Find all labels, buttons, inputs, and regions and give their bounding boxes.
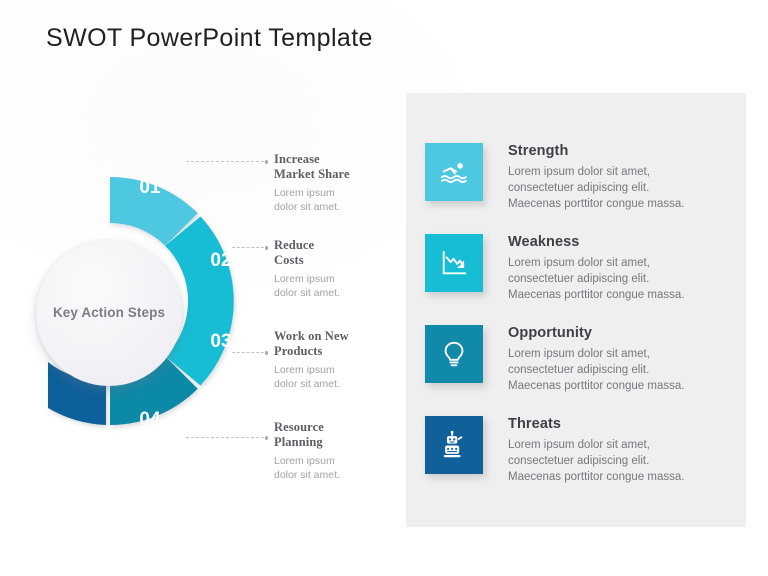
swot-text-weakness: Weakness Lorem ipsum dolor sit amet, con…	[508, 234, 684, 304]
page-title: SWOT PowerPoint Template	[46, 24, 373, 52]
step-title-04: Resource Planning	[274, 420, 324, 449]
swot-heading-threats: Threats	[508, 416, 562, 432]
wheel-segment-02-number: 02	[210, 250, 231, 271]
swot-body-strength: Lorem ipsum dolor sit amet, consectetuer…	[508, 165, 685, 210]
connector-line-03	[232, 351, 268, 355]
step-item-02[interactable]: Reduce Costs Lorem ipsum dolor sit amet.	[274, 238, 386, 301]
swot-row-strength[interactable]: Strength Lorem ipsum dolor sit amet, con…	[425, 143, 735, 213]
swot-tile-weakness[interactable]	[425, 234, 483, 292]
step-item-01[interactable]: Increase Market Share Lorem ipsum dolor …	[274, 152, 386, 215]
swot-text-opportunity: Opportunity Lorem ipsum dolor sit amet, …	[508, 325, 684, 395]
connector-line-04	[186, 436, 268, 440]
connector-line-02	[232, 246, 268, 250]
swot-row-weakness[interactable]: Weakness Lorem ipsum dolor sit amet, con…	[425, 234, 735, 304]
swot-body-weakness: Lorem ipsum dolor sit amet, consectetuer…	[508, 256, 685, 301]
swot-body-opportunity: Lorem ipsum dolor sit amet, consectetuer…	[508, 347, 685, 392]
swot-panel: Strength Lorem ipsum dolor sit amet, con…	[406, 93, 746, 527]
swot-body-threats: Lorem ipsum dolor sit amet, consectetuer…	[508, 438, 685, 483]
wheel-hub: Key Action Steps	[36, 240, 182, 386]
swot-heading-strength: Strength	[508, 143, 569, 159]
swot-heading-opportunity: Opportunity	[508, 325, 593, 341]
step-title-01: Increase Market Share	[274, 152, 350, 181]
swot-tile-threats[interactable]	[425, 416, 483, 474]
swot-row-threats[interactable]: Threats Lorem ipsum dolor sit amet, cons…	[425, 416, 735, 486]
declining-chart-icon	[439, 248, 469, 278]
step-description-03: Lorem ipsum dolor sit amet.	[274, 364, 340, 391]
step-item-04[interactable]: Resource Planning Lorem ipsum dolor sit …	[274, 420, 386, 483]
swimmer-icon	[439, 157, 469, 187]
wheel-segment-03-number: 03	[210, 331, 231, 352]
step-title-03: Work on New Products	[274, 329, 349, 358]
swot-text-threats: Threats Lorem ipsum dolor sit amet, cons…	[508, 416, 684, 486]
step-title-02: Reduce Costs	[274, 238, 315, 267]
slide-canvas: SWOT PowerPoint Template 01 02 03 04 Key…	[0, 0, 768, 576]
robot-icon	[439, 430, 469, 460]
swot-tile-strength[interactable]	[425, 143, 483, 201]
swot-tile-opportunity[interactable]	[425, 325, 483, 383]
swot-row-opportunity[interactable]: Opportunity Lorem ipsum dolor sit amet, …	[425, 325, 735, 395]
step-description-02: Lorem ipsum dolor sit amet.	[274, 273, 340, 300]
swot-text-strength: Strength Lorem ipsum dolor sit amet, con…	[508, 143, 684, 213]
step-description-01: Lorem ipsum dolor sit amet.	[274, 187, 340, 214]
step-item-03[interactable]: Work on New Products Lorem ipsum dolor s…	[274, 329, 386, 392]
wheel-segment-01-number: 01	[139, 177, 161, 198]
swot-heading-weakness: Weakness	[508, 234, 580, 250]
lightbulb-icon	[439, 339, 469, 369]
wheel-hub-label: Key Action Steps	[52, 305, 166, 321]
connector-line-01	[186, 160, 268, 164]
wheel-segment-04-number: 04	[139, 409, 161, 430]
step-description-04: Lorem ipsum dolor sit amet.	[274, 455, 340, 482]
